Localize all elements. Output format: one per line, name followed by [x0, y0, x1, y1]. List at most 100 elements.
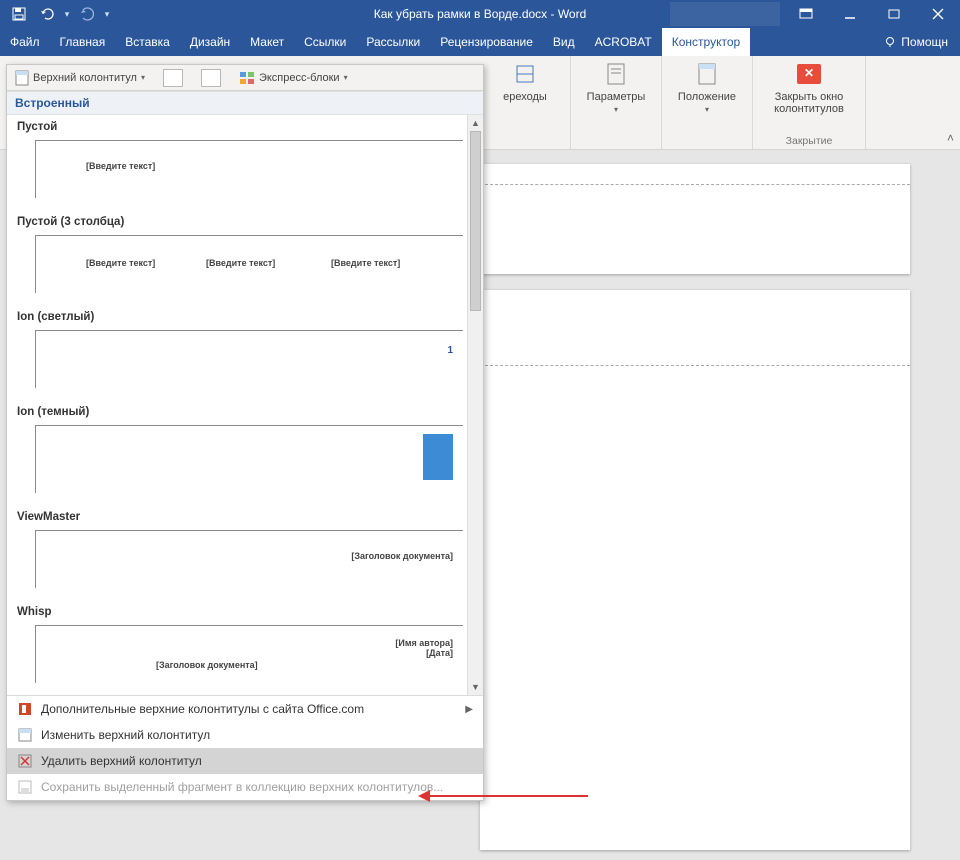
- lightbulb-icon: [884, 36, 896, 48]
- header-gallery-dropdown: Верхний колонтитул ▾ Экспресс-блоки ▾ Вс…: [6, 64, 484, 801]
- ribbon-display-button[interactable]: [784, 0, 828, 28]
- gallery-item-empty3[interactable]: Пустой (3 столбца): [7, 210, 483, 230]
- transitions-label: ереходы: [503, 91, 547, 103]
- tab-design[interactable]: Дизайн: [180, 28, 240, 56]
- tab-mailings[interactable]: Рассылки: [356, 28, 430, 56]
- office-icon: [17, 701, 33, 717]
- save-selection-to-gallery: Сохранить выделенный фрагмент в коллекци…: [7, 774, 483, 800]
- express-blocks-button[interactable]: Экспресс-блоки ▾: [235, 69, 352, 87]
- tab-constructor[interactable]: Конструктор: [662, 28, 750, 56]
- gallery-preview-empty[interactable]: [Введите текст]: [35, 140, 463, 198]
- scroll-thumb[interactable]: [470, 131, 481, 311]
- ribbon-group-position: Положение ▾: [662, 56, 753, 149]
- edit-header-icon: [17, 727, 33, 743]
- gallery-preview-ion-light[interactable]: 1: [35, 330, 463, 388]
- gallery-item-empty[interactable]: Пустой: [7, 115, 483, 135]
- tell-me-label: Помощн: [901, 35, 948, 49]
- minimize-icon: [844, 8, 856, 20]
- qat-customize-icon[interactable]: ▾: [102, 9, 112, 20]
- undo-button[interactable]: [34, 2, 60, 26]
- tab-home[interactable]: Главная: [50, 28, 116, 56]
- save-button[interactable]: [6, 2, 32, 26]
- gallery-section-builtin: Встроенный: [7, 91, 483, 115]
- save-selection-label: Сохранить выделенный фрагмент в коллекци…: [41, 780, 443, 794]
- undo-icon: [39, 7, 55, 21]
- chevron-down-icon: ▾: [614, 106, 618, 115]
- ribbon-group-navigation: ереходы: [480, 56, 571, 149]
- collapse-ribbon-button[interactable]: ˄: [947, 131, 954, 145]
- header-split-label: Верхний колонтитул: [33, 72, 137, 84]
- gallery-toolbar: Верхний колонтитул ▾ Экспресс-блоки ▾: [7, 65, 483, 91]
- parameters-label: Параметры: [587, 91, 646, 103]
- document-page-1-bottom[interactable]: [480, 164, 910, 274]
- save-selection-icon: [17, 779, 33, 795]
- express-blocks-label: Экспресс-блоки: [259, 72, 340, 84]
- close-x-icon: ✕: [797, 64, 821, 84]
- gallery-item-ion-dark[interactable]: Ion (темный): [7, 400, 483, 420]
- redo-icon: [80, 7, 94, 21]
- datetime-icon: [163, 69, 183, 87]
- tab-review[interactable]: Рецензирование: [430, 28, 543, 56]
- delete-header-label: Удалить верхний колонтитул: [41, 754, 202, 768]
- chevron-down-icon: ▾: [141, 73, 145, 82]
- gallery-preview-ion-dark[interactable]: 1: [35, 425, 463, 493]
- parameters-button[interactable]: Параметры ▾: [581, 60, 651, 115]
- scroll-up-icon[interactable]: ▲: [468, 115, 483, 131]
- gallery-list: ▲ ▼ Пустой [Введите текст] Пустой (3 сто…: [7, 115, 483, 695]
- express-blocks-icon: [239, 71, 255, 85]
- close-header-footer-button[interactable]: ✕ Закрыть окно колонтитулов: [763, 60, 855, 115]
- header-icon: [15, 70, 29, 86]
- annotation-arrow: [418, 790, 588, 802]
- redo-button[interactable]: [74, 2, 100, 26]
- title-bar: ▾ ▾ Как убрать рамки в Ворде.docx - Word: [0, 0, 960, 28]
- ribbon-group-parameters: Параметры ▾: [571, 56, 662, 149]
- gallery-preview-whisp[interactable]: [Имя автора] [Дата] [Заголовок документа…: [35, 625, 463, 683]
- close-button[interactable]: [916, 0, 960, 28]
- tab-references[interactable]: Ссылки: [294, 28, 356, 56]
- maximize-button[interactable]: [872, 0, 916, 28]
- position-label: Положение: [678, 91, 736, 103]
- more-headers-label: Дополнительные верхние колонтитулы с сай…: [41, 702, 364, 716]
- tab-file[interactable]: Файл: [0, 28, 50, 56]
- minimize-button[interactable]: [828, 0, 872, 28]
- delete-header-icon: [17, 753, 33, 769]
- arrow-head-icon: [418, 790, 430, 802]
- more-headers-office-com[interactable]: Дополнительные верхние колонтитулы с сай…: [7, 696, 483, 722]
- delete-header[interactable]: Удалить верхний колонтитул: [7, 748, 483, 774]
- gallery-preview-empty3[interactable]: [Введите текст] [Введите текст] [Введите…: [35, 235, 463, 293]
- footer-boundary: [480, 184, 910, 185]
- gallery-item-whisp[interactable]: Whisp: [7, 600, 483, 620]
- user-account-area[interactable]: [670, 2, 780, 26]
- parameters-icon: [602, 60, 630, 88]
- maximize-icon: [888, 8, 900, 20]
- docinfo-icon: [201, 69, 221, 87]
- gallery-scrollbar[interactable]: ▲ ▼: [467, 115, 483, 695]
- arrow-line: [430, 795, 588, 797]
- gallery-footer: Дополнительные верхние колонтитулы с сай…: [7, 695, 483, 800]
- window-title: Как убрать рамки в Ворде.docx - Word: [374, 7, 587, 21]
- ribbon-tabs: Файл Главная Вставка Дизайн Макет Ссылки…: [0, 28, 960, 56]
- tab-acrobat[interactable]: ACROBAT: [585, 28, 662, 56]
- tell-me-help[interactable]: Помощн: [872, 28, 960, 56]
- position-icon: [693, 60, 721, 88]
- chevron-down-icon: ▾: [705, 106, 709, 115]
- qat-dropdown-icon[interactable]: ▾: [62, 9, 72, 20]
- close-group-label: Закрытие: [786, 133, 833, 147]
- close-icon: [932, 8, 944, 20]
- document-page-2[interactable]: [480, 290, 910, 850]
- tab-view[interactable]: Вид: [543, 28, 585, 56]
- gallery-item-ion-light[interactable]: Ion (светлый): [7, 305, 483, 325]
- gallery-preview-viewmaster[interactable]: [Заголовок документа]: [35, 530, 463, 588]
- header-split-button[interactable]: Верхний колонтитул ▾: [11, 68, 149, 88]
- header-boundary: [480, 365, 910, 366]
- edit-header-label: Изменить верхний колонтитул: [41, 728, 210, 742]
- scroll-down-icon[interactable]: ▼: [468, 679, 483, 695]
- document-info-button[interactable]: [197, 67, 225, 89]
- position-button[interactable]: Положение ▾: [672, 60, 742, 115]
- tab-layout[interactable]: Макет: [240, 28, 294, 56]
- gallery-item-viewmaster[interactable]: ViewMaster: [7, 505, 483, 525]
- edit-header[interactable]: Изменить верхний колонтитул: [7, 722, 483, 748]
- tab-insert[interactable]: Вставка: [115, 28, 180, 56]
- date-time-button[interactable]: [159, 67, 187, 89]
- transitions-button[interactable]: ереходы: [490, 60, 560, 103]
